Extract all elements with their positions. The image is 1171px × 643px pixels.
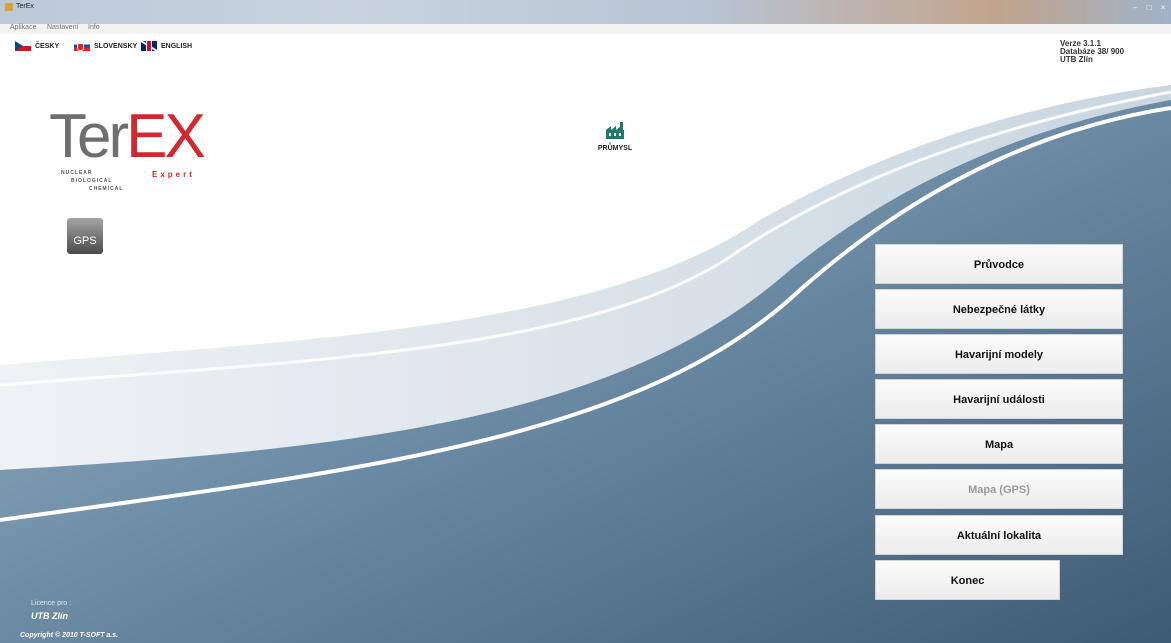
- hazardous-substances-button[interactable]: Nebezpečné látky: [875, 289, 1123, 329]
- gps-button-label: GPS: [73, 235, 97, 247]
- industry-button[interactable]: PRŮMYSL: [590, 120, 640, 152]
- window-title: TerEx: [16, 3, 34, 10]
- logo-nuclear: NUCLEAR: [61, 170, 93, 176]
- uk-flag-icon: [141, 41, 157, 51]
- version-info: Verze 3.1.1 Databáze 38/ 900 UTB Zlín: [1060, 40, 1124, 64]
- terex-logo: TerEX Expert NUCLEAR BIOLOGICAL CHEMICAL: [49, 102, 219, 203]
- current-location-button[interactable]: Aktuální lokalita: [875, 515, 1123, 555]
- industry-label: PRŮMYSL: [597, 145, 633, 152]
- slovak-flag-icon: [74, 41, 90, 51]
- lang-czech[interactable]: ČESKY: [15, 40, 59, 52]
- menu-bar: Aplikace Nastavení Info: [0, 24, 1171, 34]
- copyright: Copyright © 2010 T-SOFT a.s.: [20, 632, 119, 639]
- logo-biological: BIOLOGICAL: [71, 178, 113, 184]
- exit-button[interactable]: Konec: [875, 560, 1060, 600]
- menu-nastaveni[interactable]: Nastavení: [47, 24, 79, 31]
- map-button[interactable]: Mapa: [875, 424, 1123, 464]
- czech-flag-icon: [15, 41, 31, 51]
- licensee-line: UTB Zlín: [1060, 55, 1093, 64]
- close-icon[interactable]: ×: [1157, 3, 1169, 12]
- lang-english-label: ENGLISH: [161, 42, 193, 50]
- lang-slovak[interactable]: SLOVENSKY: [74, 40, 137, 52]
- pruvodce-button[interactable]: Průvodce: [875, 244, 1123, 284]
- accident-models-button[interactable]: Havarijní modely: [875, 334, 1123, 374]
- window-titlebar: TerEx – □ ×: [0, 0, 1171, 24]
- factory-icon: [606, 122, 624, 139]
- maximize-icon[interactable]: □: [1143, 3, 1155, 12]
- accident-events-button[interactable]: Havarijní události: [875, 379, 1123, 419]
- gps-button[interactable]: GPS: [67, 218, 103, 254]
- licence-name: UTB Zlín: [31, 611, 68, 621]
- lang-english[interactable]: ENGLISH: [141, 40, 192, 52]
- lang-slovak-label: SLOVENSKY: [94, 42, 138, 50]
- minimize-icon[interactable]: –: [1129, 3, 1141, 12]
- licence-label: Licence pro :: [31, 600, 72, 607]
- logo-ter: Ter: [49, 102, 129, 171]
- logo-ex: EX: [126, 102, 206, 171]
- menu-info[interactable]: Info: [88, 24, 100, 31]
- logo-chemical: CHEMICAL: [89, 186, 124, 192]
- lang-czech-label: ČESKY: [35, 42, 60, 50]
- menu-aplikace[interactable]: Aplikace: [10, 24, 36, 31]
- app-icon: [5, 3, 13, 11]
- map-gps-button[interactable]: Mapa (GPS): [875, 469, 1123, 509]
- logo-expert: Expert: [152, 170, 195, 179]
